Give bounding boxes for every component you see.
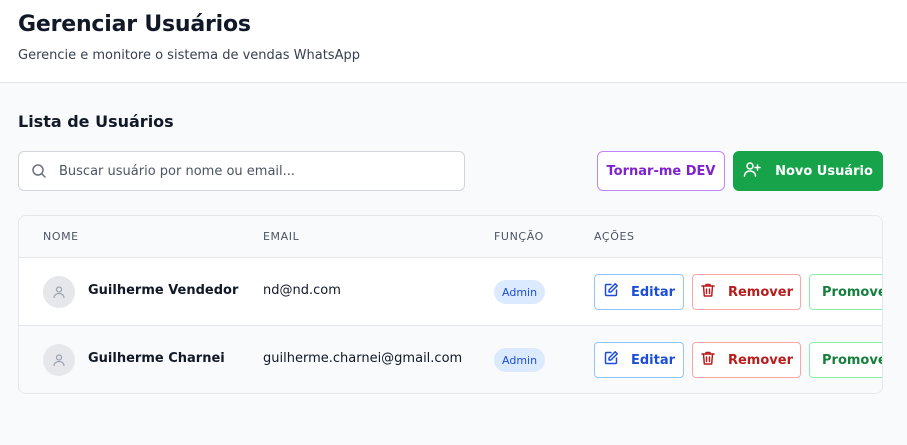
role-badge: Admin xyxy=(494,348,546,372)
page-title: Gerenciar Usuários xyxy=(18,12,251,37)
trash-icon xyxy=(700,350,716,370)
search-box xyxy=(18,151,465,191)
edit-label: Editar xyxy=(630,352,676,368)
search-input[interactable] xyxy=(59,152,459,190)
promote-label: Promover xyxy=(822,352,882,368)
column-header-actions: Ações xyxy=(594,230,635,243)
search-icon xyxy=(31,163,47,179)
user-email: guilherme.charnei@gmail.com xyxy=(263,351,463,366)
remove-button[interactable]: Remover xyxy=(692,274,801,310)
edit-label: Editar xyxy=(630,284,676,300)
table-header: Nome Email Função Ações xyxy=(19,216,882,257)
user-name: Guilherme Vendedor xyxy=(88,283,239,298)
remove-label: Remover xyxy=(727,284,793,300)
edit-button[interactable]: Editar xyxy=(594,342,684,378)
remove-label: Remover xyxy=(727,352,793,368)
column-header-name: Nome xyxy=(43,230,79,243)
promote-button[interactable]: Promover xyxy=(809,274,882,310)
user-plus-icon xyxy=(743,160,761,182)
column-header-email: Email xyxy=(263,230,300,243)
edit-icon xyxy=(603,350,619,370)
edit-icon xyxy=(603,282,619,302)
edit-button[interactable]: Editar xyxy=(594,274,684,310)
promote-label: Promover xyxy=(822,284,882,300)
new-user-label: Novo Usuário xyxy=(775,163,873,179)
user-email: nd@nd.com xyxy=(263,283,341,298)
users-table: Nome Email Função Ações Guilherme Vended… xyxy=(18,215,883,394)
user-icon xyxy=(53,286,65,299)
avatar xyxy=(43,276,75,308)
table-row: Guilherme Charnei guilherme.charnei@gmai… xyxy=(19,325,882,393)
column-header-role: Função xyxy=(494,230,544,243)
page-header: Gerenciar Usuários Gerencie e monitore o… xyxy=(0,0,907,83)
become-dev-label: Tornar-me DEV xyxy=(606,163,716,179)
promote-button[interactable]: Promover xyxy=(809,342,882,378)
user-icon xyxy=(53,354,65,367)
user-name: Guilherme Charnei xyxy=(88,351,225,366)
section-title: Lista de Usuários xyxy=(18,112,174,131)
role-badge: Admin xyxy=(494,280,546,304)
new-user-button[interactable]: Novo Usuário xyxy=(733,151,883,191)
page-subtitle: Gerencie e monitore o sistema de vendas … xyxy=(18,48,360,63)
remove-button[interactable]: Remover xyxy=(692,342,801,378)
table-row: Guilherme Vendedor nd@nd.com Admin Edita… xyxy=(19,257,882,325)
trash-icon xyxy=(700,282,716,302)
become-dev-button[interactable]: Tornar-me DEV xyxy=(597,151,725,191)
avatar xyxy=(43,344,75,376)
